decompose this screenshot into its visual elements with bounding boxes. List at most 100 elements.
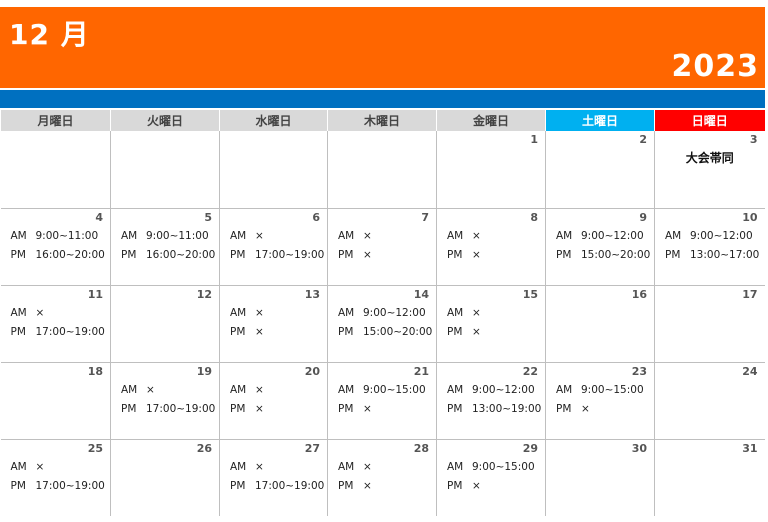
am-slot: AM 9:00~11:00 [121, 230, 209, 242]
calendar-day-cell[interactable]: 6 AM × PM 17:00~19:00 [219, 208, 328, 286]
am-slot: AM 9:00~15:00 [556, 384, 644, 396]
pm-slot: PM 15:00~20:00 [338, 326, 432, 338]
calendar-day-cell[interactable]: 21 AM 9:00~15:00 PM × [327, 362, 437, 440]
am-slot: AM × [230, 230, 264, 242]
calendar-day-cell[interactable]: 30 [545, 439, 655, 516]
am-slot: AM 9:00~12:00 [447, 384, 535, 396]
pm-label: PM [447, 479, 463, 492]
day-number: 12 [196, 287, 212, 301]
pm-time: × [581, 402, 590, 415]
calendar-day-cell[interactable]: 20 AM × PM × [219, 362, 328, 440]
calendar-day-cell[interactable] [0, 131, 111, 209]
day-number: 26 [196, 441, 212, 455]
calendar-day-cell[interactable]: 29 AM 9:00~15:00 PM × [436, 439, 546, 516]
calendar-day-cell[interactable]: 5 AM 9:00~11:00 PM 16:00~20:00 [110, 208, 220, 286]
am-slot: AM × [121, 384, 155, 396]
pm-label: PM [447, 248, 463, 261]
am-slot: AM × [447, 307, 481, 319]
calendar-day-cell[interactable] [219, 131, 328, 209]
day-number: 9 [639, 210, 647, 224]
calendar-day-cell[interactable]: 18 [0, 362, 111, 440]
day-number: 19 [196, 364, 212, 378]
day-number: 21 [413, 364, 429, 378]
pm-time: 17:00~19:00 [35, 479, 105, 492]
calendar-day-cell[interactable]: 26 [110, 439, 220, 516]
pm-slot: PM 17:00~19:00 [230, 480, 324, 492]
am-slot: AM 9:00~15:00 [338, 384, 426, 396]
am-label: AM [10, 460, 27, 473]
pm-slot: PM 13:00~19:00 [447, 403, 541, 415]
pm-label: PM [230, 325, 246, 338]
calendar-day-cell[interactable]: 2 [545, 131, 655, 209]
calendar-day-cell[interactable]: 27 AM × PM 17:00~19:00 [219, 439, 328, 516]
weekday-tuesday: 火曜日 [110, 110, 220, 131]
calendar-day-cell[interactable]: 22 AM 9:00~12:00 PM 13:00~19:00 [436, 362, 546, 440]
calendar-day-cell[interactable]: 15 AM × PM × [436, 285, 546, 363]
calendar-day-cell[interactable]: 9 AM 9:00~12:00 PM 15:00~20:00 [545, 208, 655, 286]
calendar-day-cell[interactable]: 31 [654, 439, 765, 516]
pm-time: 15:00~20:00 [363, 325, 433, 338]
am-slot: AM × [230, 384, 264, 396]
pm-slot: PM × [447, 326, 481, 338]
day-number: 4 [95, 210, 103, 224]
calendar-day-cell[interactable]: 14 AM 9:00~12:00 PM 15:00~20:00 [327, 285, 437, 363]
calendar-day-cell[interactable]: 17 [654, 285, 765, 363]
pm-label: PM [121, 248, 137, 261]
pm-time: × [363, 479, 372, 492]
weekday-header-row: 月曜日 火曜日 水曜日 木曜日 金曜日 土曜日 日曜日 [0, 110, 765, 131]
calendar-week-row: 1 2 3 大会帯同 [0, 131, 765, 209]
am-label: AM [338, 229, 355, 242]
day-number: 16 [631, 287, 647, 301]
pm-time: × [472, 248, 481, 261]
day-number: 13 [304, 287, 320, 301]
pm-time: 17:00~19:00 [255, 479, 325, 492]
calendar-day-cell[interactable]: 8 AM × PM × [436, 208, 546, 286]
calendar-week-row: 18 19 AM × PM 17:00~19:00 20 AM × PM × 21 AM 9:00~15:… [0, 362, 765, 440]
calendar-day-cell[interactable] [327, 131, 437, 209]
calendar-day-cell[interactable]: 23 AM 9:00~15:00 PM × [545, 362, 655, 440]
calendar-day-cell[interactable]: 12 [110, 285, 220, 363]
calendar-week-row: 11 AM × PM 17:00~19:00 12 13 AM × PM × 14 AM 9:00~12:… [0, 285, 765, 363]
pm-slot: PM 15:00~20:00 [556, 249, 650, 261]
am-slot: AM 9:00~12:00 [556, 230, 644, 242]
pm-time: 17:00~19:00 [255, 248, 325, 261]
am-time: 9:00~15:00 [363, 383, 426, 396]
am-slot: AM × [230, 461, 264, 473]
am-label: AM [338, 460, 355, 473]
am-slot: AM 9:00~11:00 [11, 230, 99, 242]
day-number: 11 [87, 287, 103, 301]
pm-slot: PM × [556, 403, 590, 415]
pm-time: 13:00~17:00 [690, 248, 760, 261]
calendar-day-cell[interactable]: 16 [545, 285, 655, 363]
pm-label: PM [10, 325, 26, 338]
calendar-day-cell[interactable]: 7 AM × PM × [327, 208, 437, 286]
calendar-day-cell[interactable]: 1 [436, 131, 546, 209]
day-number: 20 [304, 364, 320, 378]
calendar-day-cell[interactable]: 25 AM × PM 17:00~19:00 [1, 439, 111, 516]
pm-label: PM [556, 402, 572, 415]
pm-time: × [472, 325, 481, 338]
am-label: AM [121, 229, 138, 242]
calendar-day-cell[interactable] [110, 131, 220, 209]
calendar-day-cell[interactable]: 10 AM 9:00~12:00 PM 13:00~17:00 [654, 208, 765, 286]
month-title: 12 月 [9, 18, 90, 51]
am-label: AM [230, 306, 247, 319]
calendar-day-cell[interactable]: 13 AM × PM × [219, 285, 328, 363]
pm-slot: PM 16:00~20:00 [11, 249, 105, 261]
day-number: 18 [87, 364, 103, 378]
am-label: AM [230, 229, 247, 242]
calendar-day-cell[interactable]: 19 AM × PM 17:00~19:00 [110, 362, 220, 440]
calendar-day-cell[interactable]: 24 [654, 362, 765, 440]
calendar-day-cell[interactable]: 28 AM × PM × [327, 439, 437, 516]
pm-slot: PM 17:00~19:00 [121, 403, 215, 415]
am-time: × [255, 306, 264, 319]
am-time: × [146, 383, 155, 396]
calendar-day-cell[interactable]: 3 大会帯同 [654, 131, 765, 209]
calendar-day-cell[interactable]: 4 AM 9:00~11:00 PM 16:00~20:00 [0, 208, 111, 286]
calendar-day-cell[interactable]: 11 AM × PM 17:00~19:00 [0, 285, 111, 363]
day-number: 7 [421, 210, 429, 224]
day-number: 5 [204, 210, 212, 224]
calendar-week-row: 4 AM 9:00~11:00 PM 16:00~20:00 5 AM 9:00~11:00 P… [0, 208, 765, 286]
weekday-wednesday: 水曜日 [219, 110, 328, 131]
year-title: 2023 [671, 49, 759, 84]
